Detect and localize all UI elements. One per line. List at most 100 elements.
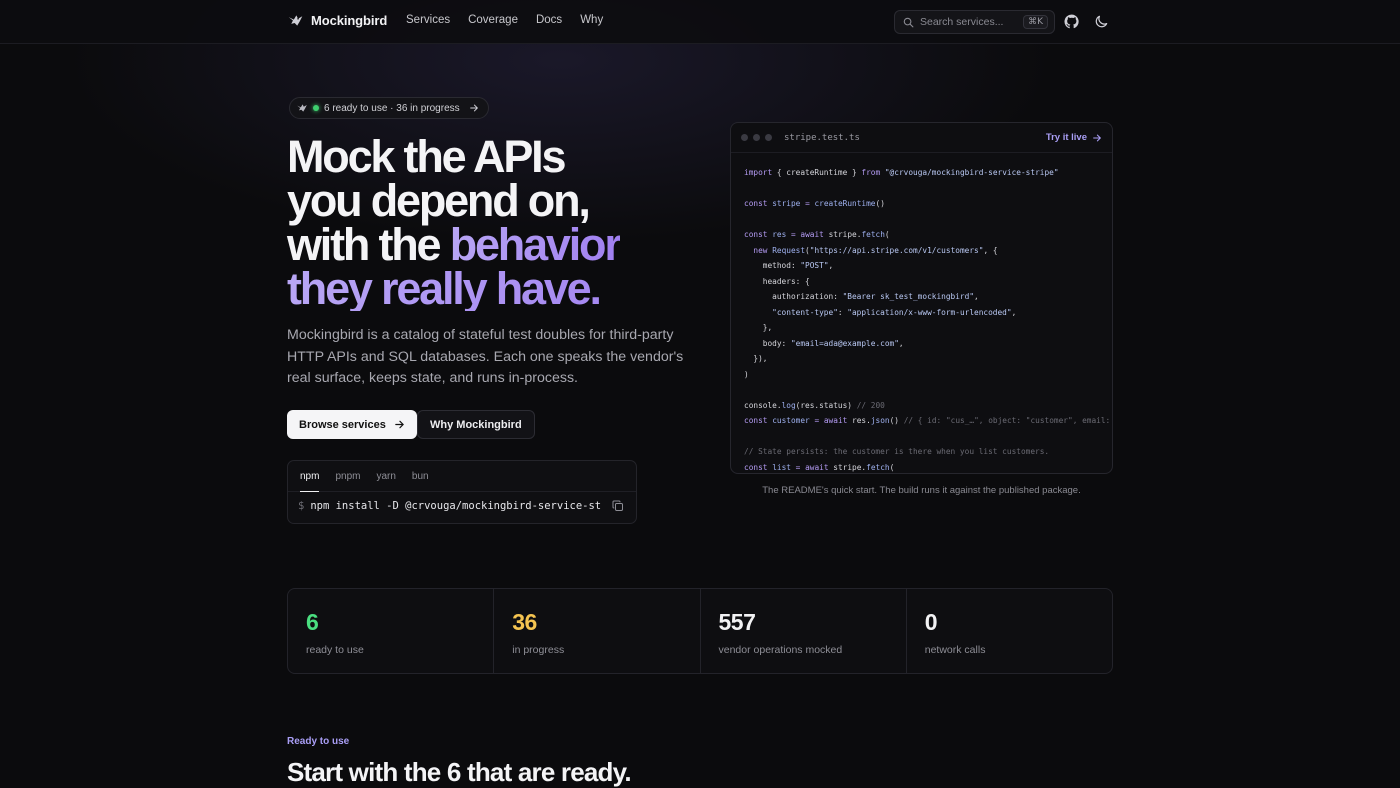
code-token: , [828,261,834,270]
code-token: "POST" [800,261,829,270]
try-it-live-link[interactable]: Try it live [1046,132,1102,143]
code-token: fetch [861,230,885,239]
code-token: : [837,307,848,317]
nav-link-services[interactable]: Services [406,14,450,26]
stat-label: network calls [924,644,986,656]
code-token: stripe. [828,462,867,472]
code-token: }, [744,323,773,332]
code-token: stripe [772,199,801,208]
code-token: json [870,416,890,425]
code-token: { createRuntime } [772,168,862,177]
tab-pnpm[interactable]: pnpm [335,471,360,492]
shell-prompt: $ [298,500,305,512]
window-dot-icon [765,134,772,141]
code-token: body: [744,338,791,348]
code-line: new Request("https://api.stripe.com/v1/c… [744,243,1099,259]
stat-ready: 6 ready to use [288,589,495,673]
install-command-row: $ npm install -D @crvouga/mockingbird-se… [288,492,636,520]
tab-yarn[interactable]: yarn [376,471,395,492]
window-dot-icon [741,134,748,141]
code-line: authorization: "Bearer sk_test_mockingbi… [744,289,1099,305]
stat-value: 6 [306,609,319,635]
code-token: , [1011,307,1017,317]
headline-line-2: you depend on, [287,175,591,226]
nav-link-docs[interactable]: Docs [536,14,562,26]
try-it-live-label: Try it live [1045,132,1087,143]
code-token: const [744,230,768,239]
code-window: stripe.test.ts Try it live import { crea… [730,122,1113,474]
status-dot-icon [313,105,319,111]
search-input[interactable]: Search services... ⌘K [894,10,1055,34]
brand-link[interactable]: Mockingbird [287,12,387,29]
window-dot-icon [753,134,760,141]
search-shortcut-badge: ⌘K [1023,15,1048,29]
arrow-right-icon [469,104,478,112]
why-mockingbird-button[interactable]: Why Mockingbird [417,410,535,439]
nav-links: Services Coverage Docs Why [406,14,603,26]
theme-toggle-moon-icon[interactable] [1094,14,1109,29]
code-token: console. [744,400,782,410]
arrow-right-icon [395,420,404,429]
code-token: from [861,168,881,177]
code-token: const [744,199,768,208]
code-token: const [744,462,768,472]
code-line: import { createRuntime } from "@crvouga/… [744,165,1099,181]
copy-icon[interactable] [612,500,624,512]
code-token: // { id: "cus_…", object: "customer", em… [903,416,1111,425]
package-manager-tabs: npm pnpm yarn bun [288,461,636,492]
search-icon [903,17,914,27]
code-line: console.log(res.status) // 200 [744,398,1099,414]
code-token: await [800,230,824,239]
status-pill[interactable]: 6 ready to use · 36 in progress [289,97,489,119]
section-eyebrow: Ready to use [287,736,350,747]
code-token: list [772,462,791,472]
stat-label: in progress [512,644,565,656]
code-token: new [753,245,768,255]
nav-link-coverage[interactable]: Coverage [468,14,518,26]
code-token: authorization: [744,292,843,301]
top-nav: Mockingbird Services Coverage Docs Why S… [0,0,1400,44]
code-token: res [772,230,787,239]
hero-description: Mockingbird is a catalog of stateful tes… [287,327,684,386]
code-line: const list = await stripe.fetch( [744,460,1099,474]
code-token: log [781,400,796,410]
code-window-titlebar: stripe.test.ts Try it live [731,123,1112,153]
code-line: const customer = await res.json() // { i… [744,413,1110,429]
browse-services-button[interactable]: Browse services [287,410,417,439]
code-token: // State persists: the customer is there… [744,447,1050,456]
install-command-text[interactable]: npm install -D @crvouga/mockingbird-serv… [310,500,602,512]
code-line: const res = await stripe.fetch( [744,227,1099,243]
code-token: }), [744,354,768,363]
headline-line-4: they really have. [287,266,707,311]
arrow-right-icon [1093,134,1101,141]
code-token: ( [884,230,890,239]
tab-npm[interactable]: npm [300,471,320,492]
stat-value: 36 [512,609,537,635]
github-icon[interactable] [1064,14,1079,29]
code-line: }), [744,351,1099,367]
section-title: Start with the 6 that are ready. [287,757,632,787]
code-token: import [744,168,773,177]
code-token: res. [847,416,871,425]
code-token: fetch [866,462,890,472]
code-token: "email=ada@example.com" [790,338,899,348]
code-token: createRuntime [814,199,876,208]
code-token: "application/x-www-form-urlencoded" [847,307,1012,317]
nav-link-why[interactable]: Why [580,14,603,26]
stat-label: vendor operations mocked [718,644,843,656]
stat-value: 557 [718,609,756,635]
stat-label: ready to use [306,644,364,656]
code-token: method: [744,261,801,270]
code-token: , [898,338,904,348]
search-placeholder: Search services... [920,16,1004,28]
code-line: }, [744,320,1099,336]
code-snippet: import { createRuntime } from "@crvouga/… [731,153,1112,474]
code-line: headers: { [744,274,1099,290]
code-token: () [889,416,904,425]
headline-line-1: Mock the APIs [287,131,567,182]
tab-bun[interactable]: bun [412,471,429,492]
